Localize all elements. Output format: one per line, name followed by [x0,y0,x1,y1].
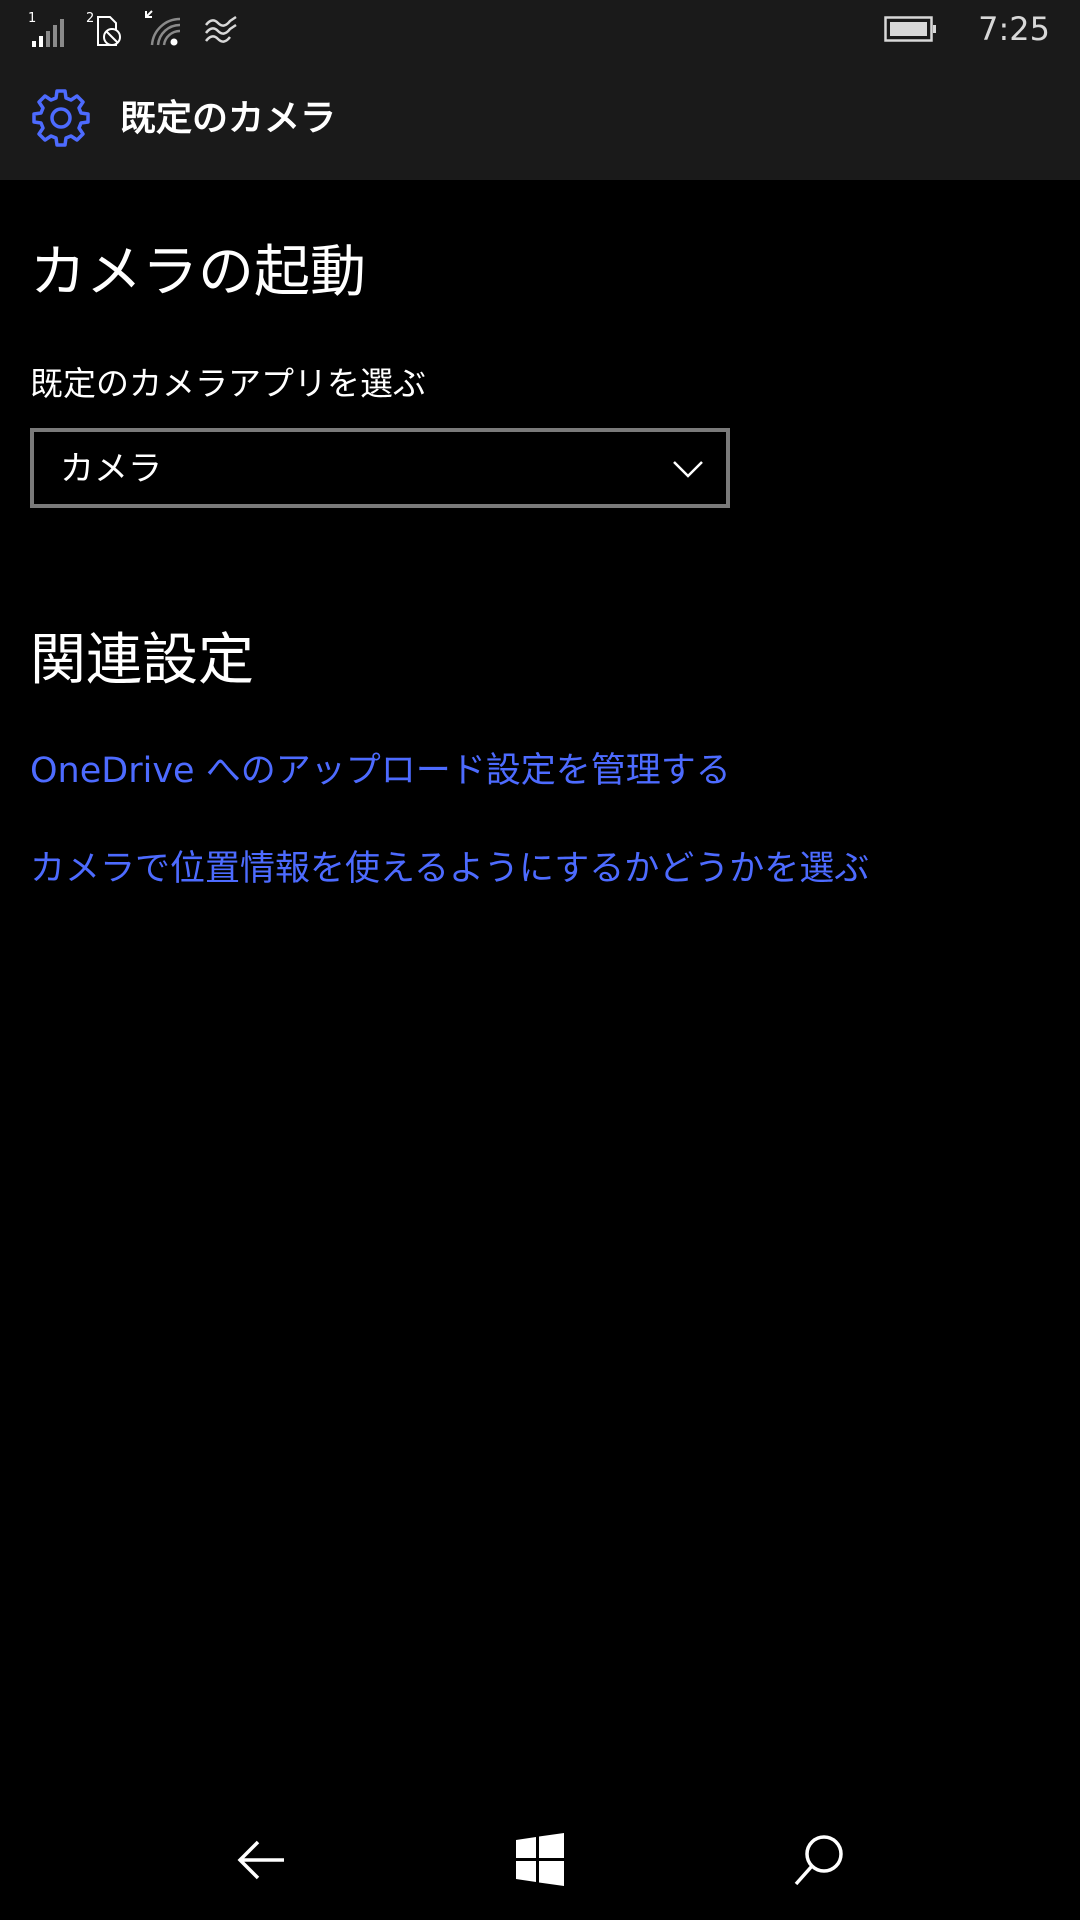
clock: 7:25 [978,10,1050,48]
status-right: 7:25 [884,8,1050,50]
section-heading-related-settings: 関連設定 [30,628,254,693]
section-heading-camera-launch: カメラの起動 [30,240,366,305]
sim1-label: 1 [28,11,36,26]
onedrive-upload-settings-link[interactable]: OneDrive へのアップロード設定を管理する [30,748,731,794]
data-sense-icon [205,15,237,43]
status-bar: 1 2 7:25 [0,0,1080,58]
camera-location-settings-link[interactable]: カメラで位置情報を使えるようにするかどうかを選ぶ [30,846,869,892]
back-arrow-icon[interactable] [232,1830,292,1890]
default-camera-app-label: 既定のカメラアプリを選ぶ [30,364,426,403]
sim2-label: 2 [86,11,94,26]
windows-start-icon[interactable] [510,1830,570,1890]
dropdown-selected-value: カメラ [60,449,162,489]
chevron-down-icon [673,461,703,478]
title-bar: 既定のカメラ [0,58,1080,180]
default-camera-dropdown[interactable]: カメラ [30,428,730,508]
battery-icon [884,16,937,42]
gear-icon [32,89,90,147]
search-icon[interactable] [790,1830,850,1890]
status-icons-left: 1 2 [28,8,242,50]
sim-no-service-icon: 2 [86,11,121,46]
page-title: 既定のカメラ [120,98,337,139]
navigation-bar [0,1800,1080,1920]
signal-strength-icon: 1 [28,11,64,47]
wifi-icon [145,10,181,46]
